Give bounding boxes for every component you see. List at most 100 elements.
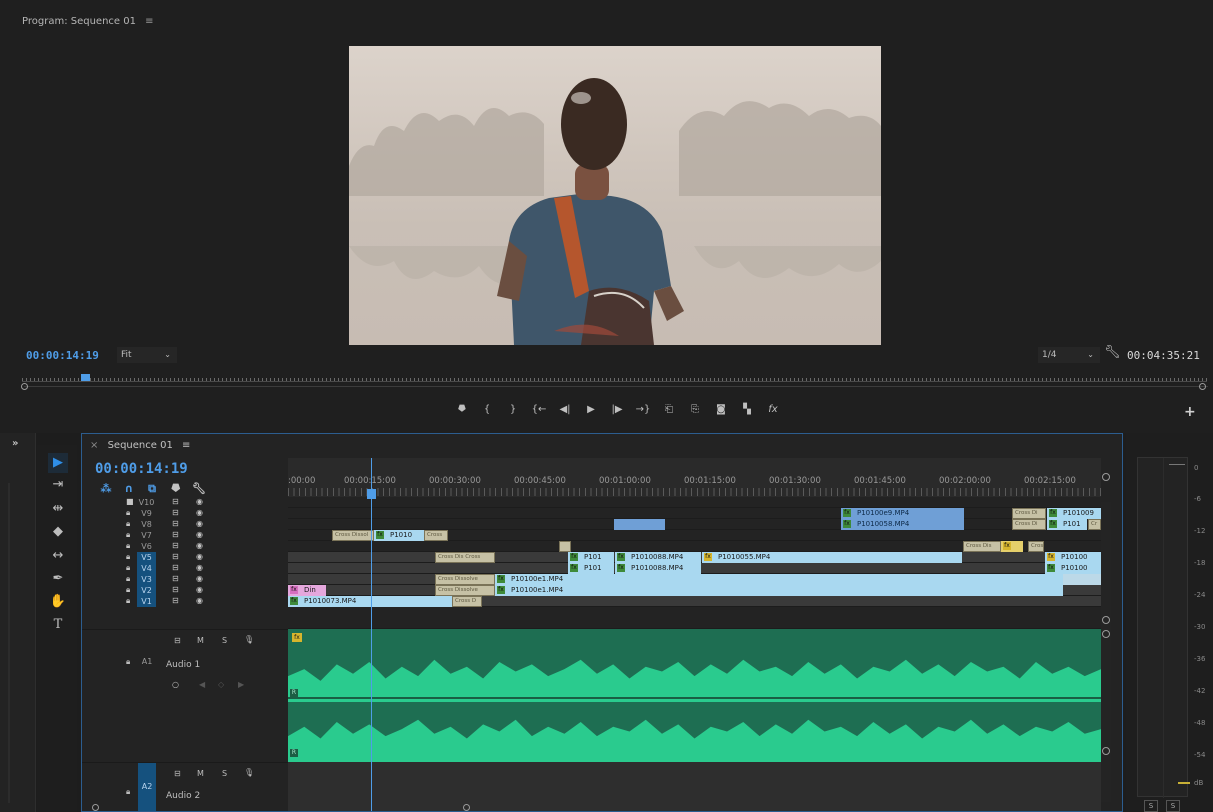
current-timecode[interactable]: 00:00:14:19 bbox=[26, 349, 99, 362]
clip[interactable]: fx Din bbox=[288, 585, 326, 596]
eye-icon[interactable]: ◉ bbox=[196, 574, 203, 583]
clip[interactable]: fx bbox=[1001, 541, 1023, 552]
step-back-icon[interactable]: ◀| bbox=[552, 402, 578, 418]
microphone-icon[interactable]: 🎙︎ bbox=[244, 635, 254, 644]
program-monitor-title[interactable]: Program: Sequence 01 ≡ bbox=[22, 16, 154, 27]
previous-keyframe-icon[interactable]: ◀ bbox=[199, 680, 205, 689]
transition-clip[interactable]: Cross bbox=[1028, 541, 1044, 552]
clip[interactable]: fx P10100e1.MP4 bbox=[495, 585, 1063, 596]
video-track-v7[interactable]: Cross Dissol fx P1010 Cross bbox=[288, 530, 1101, 541]
go-to-in-icon[interactable]: {← bbox=[526, 402, 552, 418]
lock-icon[interactable]: 🔒︎ bbox=[126, 563, 130, 573]
clip[interactable]: fx P1010073.MP4 bbox=[288, 596, 452, 607]
export-frame-camera-icon[interactable]: ◙ bbox=[708, 402, 734, 418]
clip[interactable] bbox=[1063, 574, 1101, 585]
clip[interactable]: fx P10100e9.MP4 bbox=[841, 508, 964, 519]
linked-selection-icon[interactable]: ⧉ bbox=[146, 483, 158, 495]
solo-button[interactable]: S bbox=[222, 636, 227, 645]
timeline-zoom-handle-left[interactable] bbox=[92, 804, 99, 811]
solo-button-left[interactable]: S bbox=[1144, 800, 1158, 812]
keyframe-toggle-icon[interactable]: ○ bbox=[172, 680, 179, 689]
add-keyframe-icon[interactable]: ◇ bbox=[218, 680, 224, 689]
track-target-v9[interactable]: V9 bbox=[137, 508, 156, 519]
transition-clip[interactable]: Cross Dissol bbox=[332, 530, 374, 541]
transition-clip[interactable] bbox=[559, 541, 571, 552]
lock-icon[interactable]: 🔒︎ bbox=[126, 519, 130, 529]
scroll-handle[interactable] bbox=[1102, 747, 1110, 755]
selection-tool-icon[interactable]: ▶ bbox=[48, 453, 68, 473]
vertical-scrollbar[interactable] bbox=[1101, 502, 1111, 802]
sync-lock-icon[interactable]: ⊟ bbox=[172, 541, 179, 550]
clip[interactable]: fx P1010058.MP4 bbox=[841, 519, 964, 530]
nest-icon[interactable]: ⁂ bbox=[100, 483, 112, 495]
pen-tool-icon[interactable]: ✒ bbox=[48, 569, 68, 589]
lock-icon[interactable]: 🔒︎ bbox=[126, 787, 130, 797]
transition-clip[interactable]: Cross Dis Cross bbox=[435, 552, 495, 563]
timeline-playhead[interactable] bbox=[367, 489, 376, 499]
clip[interactable]: fx P1010088.MP4 bbox=[615, 563, 701, 574]
panel-menu-icon[interactable]: ≡ bbox=[182, 440, 190, 451]
program-time-ruler[interactable] bbox=[22, 370, 1207, 382]
snap-magnet-icon[interactable]: ∩ bbox=[123, 483, 135, 495]
transition-clip[interactable]: Cross Di bbox=[1012, 508, 1046, 519]
clip[interactable]: fx P101 bbox=[568, 563, 614, 574]
track-target-v7[interactable]: V7 bbox=[137, 530, 156, 541]
scroll-handle-left[interactable] bbox=[21, 383, 28, 390]
sync-lock-icon[interactable]: ⊟ bbox=[172, 563, 179, 572]
video-track-v8[interactable]: fx P1010058.MP4 Cross Di fx P101 Cr bbox=[288, 519, 1101, 530]
track-target-v8[interactable]: V8 bbox=[137, 519, 156, 530]
extract-icon[interactable]: ⎘ bbox=[682, 402, 708, 418]
sync-lock-icon[interactable]: ⊟ bbox=[174, 769, 181, 778]
video-track-v2[interactable]: fx Din Cross Dissolve fx P10100e1.MP4 bbox=[288, 585, 1101, 596]
sync-lock-icon[interactable]: ⊟ bbox=[172, 530, 179, 539]
expand-panels-icon[interactable]: » bbox=[12, 438, 18, 449]
track-target-v2[interactable]: V2 bbox=[137, 585, 156, 596]
mark-in-icon[interactable]: { bbox=[474, 402, 500, 418]
razor-tool-icon[interactable]: ◆ bbox=[48, 522, 68, 542]
add-marker-icon[interactable]: ⯂ bbox=[169, 483, 181, 495]
clip[interactable]: fx P10100 bbox=[1045, 563, 1101, 574]
panel-menu-icon[interactable]: ≡ bbox=[145, 16, 153, 27]
scroll-handle[interactable] bbox=[1102, 616, 1110, 624]
timeline-zoom-handle-right[interactable] bbox=[463, 804, 470, 811]
track-target-v6[interactable]: V6 bbox=[137, 541, 156, 552]
track-target-a2[interactable]: A2 bbox=[138, 763, 156, 811]
lock-icon[interactable]: 🔒︎ bbox=[126, 530, 130, 540]
next-keyframe-icon[interactable]: ▶ bbox=[238, 680, 244, 689]
play-icon[interactable]: ▶ bbox=[578, 402, 604, 418]
clip[interactable]: fx P1010 bbox=[374, 530, 424, 541]
video-track-v1[interactable]: fx P1010073.MP4 Cross D bbox=[288, 596, 1101, 607]
scroll-handle[interactable] bbox=[1102, 630, 1110, 638]
mark-out-icon[interactable]: } bbox=[500, 402, 526, 418]
transition-clip[interactable]: Cross bbox=[424, 530, 448, 541]
tab-sequence-01[interactable]: × Sequence 01 ≡ bbox=[90, 440, 190, 451]
eye-icon[interactable]: ◉ bbox=[196, 585, 203, 594]
clip[interactable]: fx P101 bbox=[568, 552, 614, 563]
solo-button-right[interactable]: S bbox=[1166, 800, 1180, 812]
lock-icon[interactable]: 🔒︎ bbox=[126, 585, 130, 595]
clip[interactable]: fx P101 bbox=[1047, 519, 1087, 530]
lock-icon[interactable]: 🔒︎ bbox=[126, 552, 130, 562]
comparison-view-icon[interactable]: ▚ bbox=[734, 402, 760, 418]
sync-lock-icon[interactable]: ⊟ bbox=[172, 574, 179, 583]
timeline-settings-wrench-icon[interactable]: 🔧︎ bbox=[192, 483, 206, 495]
sync-lock-icon[interactable]: ⊟ bbox=[172, 519, 179, 528]
eye-icon[interactable]: ◉ bbox=[196, 596, 203, 605]
eye-icon[interactable]: ◉ bbox=[196, 563, 203, 572]
timeline-playhead-line[interactable] bbox=[371, 458, 372, 811]
transition-clip[interactable]: Cross Dis bbox=[963, 541, 1001, 552]
program-zoom-scrollbar[interactable] bbox=[24, 386, 1208, 387]
sync-lock-icon[interactable]: ⊟ bbox=[172, 508, 179, 517]
transition-clip[interactable]: Cross Dissolve bbox=[435, 585, 495, 596]
slip-tool-icon[interactable]: ↔ bbox=[48, 546, 68, 566]
transition-clip[interactable]: Cross Di bbox=[1012, 519, 1046, 530]
sync-lock-icon[interactable]: ⊟ bbox=[172, 596, 179, 605]
transition-clip[interactable]: Cross D bbox=[452, 596, 482, 607]
hand-tool-icon[interactable]: ✋ bbox=[48, 592, 68, 612]
audio-track-a2[interactable] bbox=[288, 762, 1101, 811]
eye-icon[interactable]: ◉ bbox=[196, 497, 203, 506]
fx-icon[interactable]: fx bbox=[760, 402, 786, 418]
video-track-v4[interactable]: fx P101 fx P1010088.MP4 fx P10100 bbox=[288, 563, 1101, 574]
lock-icon[interactable]: 🔒︎ bbox=[126, 657, 130, 667]
program-playhead[interactable] bbox=[81, 374, 90, 381]
